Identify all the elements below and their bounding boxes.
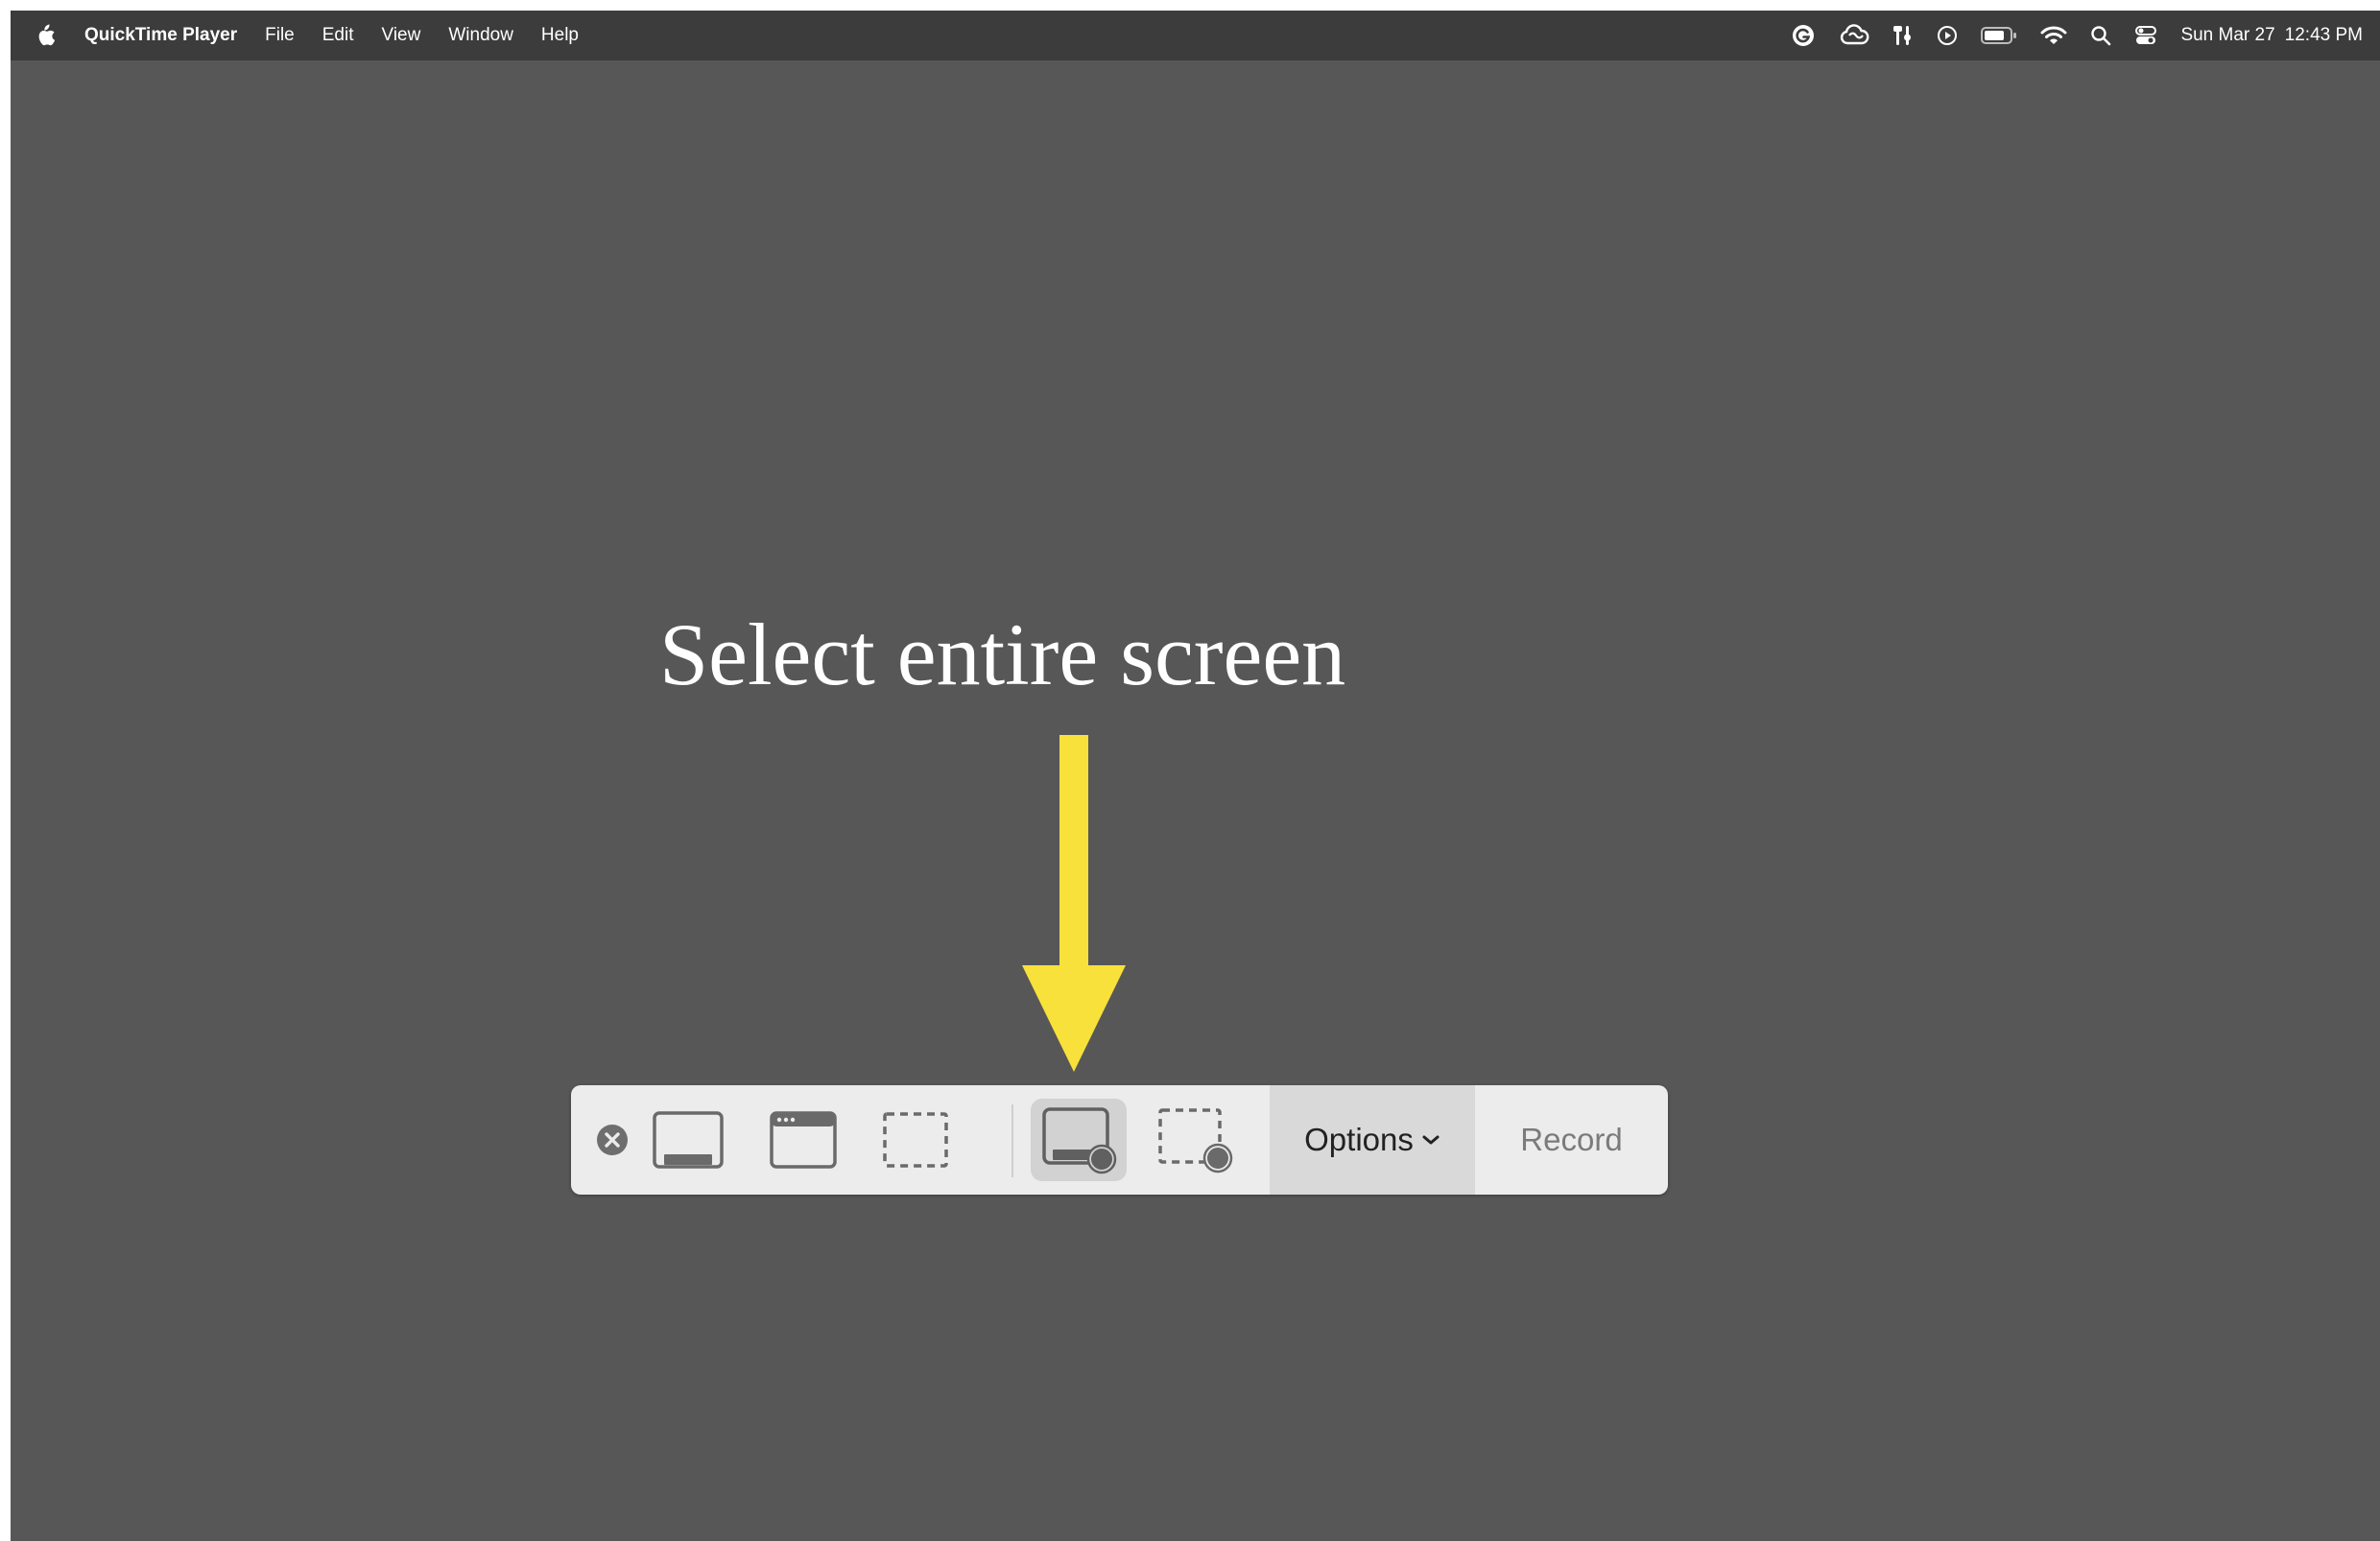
spotlight-search-icon[interactable] bbox=[2090, 23, 2111, 48]
menu-file[interactable]: File bbox=[265, 25, 295, 46]
options-dropdown-button[interactable]: Options bbox=[1270, 1085, 1475, 1195]
capture-entire-screen-icon bbox=[653, 1111, 724, 1169]
play-circle-icon[interactable] bbox=[1937, 23, 1958, 48]
chevron-down-icon bbox=[1421, 1133, 1440, 1147]
menu-bar: QuickTime Player File Edit View Window H… bbox=[11, 11, 2380, 60]
toolbar-divider bbox=[1012, 1104, 1013, 1177]
capture-entire-screen-button[interactable] bbox=[651, 1106, 726, 1174]
menu-help[interactable]: Help bbox=[541, 25, 579, 46]
clock-time: 12:43 PM bbox=[2284, 25, 2363, 45]
capture-selection-icon bbox=[883, 1112, 948, 1168]
menu-view[interactable]: View bbox=[382, 25, 421, 46]
annotation-arrow-icon bbox=[1022, 735, 1126, 1072]
battery-icon[interactable] bbox=[1981, 23, 2017, 48]
menu-bar-clock[interactable]: Sun Mar 27 12:43 PM bbox=[2180, 25, 2363, 46]
wifi-icon[interactable] bbox=[2040, 23, 2067, 48]
record-button[interactable]: Record bbox=[1475, 1085, 1668, 1195]
clock-date: Sun Mar 27 bbox=[2180, 25, 2275, 45]
app-name-menu[interactable]: QuickTime Player bbox=[84, 25, 237, 46]
grammarly-icon[interactable] bbox=[1791, 23, 1816, 48]
creative-cloud-icon[interactable] bbox=[1839, 23, 1869, 48]
screenshot-toolbar: Options Record bbox=[571, 1085, 1668, 1195]
record-entire-screen-icon bbox=[1042, 1107, 1117, 1174]
close-icon bbox=[597, 1125, 628, 1155]
record-label: Record bbox=[1520, 1122, 1623, 1157]
record-selection-icon bbox=[1158, 1108, 1233, 1174]
tools-icon[interactable] bbox=[1892, 23, 1914, 48]
record-selection-button[interactable] bbox=[1154, 1106, 1240, 1174]
capture-selection-button[interactable] bbox=[878, 1106, 953, 1174]
record-entire-screen-button[interactable] bbox=[1031, 1099, 1127, 1181]
control-center-icon[interactable] bbox=[2134, 23, 2157, 48]
capture-window-icon bbox=[770, 1111, 837, 1169]
close-button[interactable] bbox=[596, 1124, 629, 1156]
capture-window-button[interactable] bbox=[766, 1106, 841, 1174]
options-label: Options bbox=[1304, 1122, 1414, 1157]
annotation-label: Select entire screen bbox=[659, 605, 1346, 703]
apple-menu-icon[interactable] bbox=[35, 23, 56, 48]
menu-edit[interactable]: Edit bbox=[322, 25, 354, 46]
menu-window[interactable]: Window bbox=[448, 25, 513, 46]
desktop: QuickTime Player File Edit View Window H… bbox=[11, 11, 2380, 1541]
